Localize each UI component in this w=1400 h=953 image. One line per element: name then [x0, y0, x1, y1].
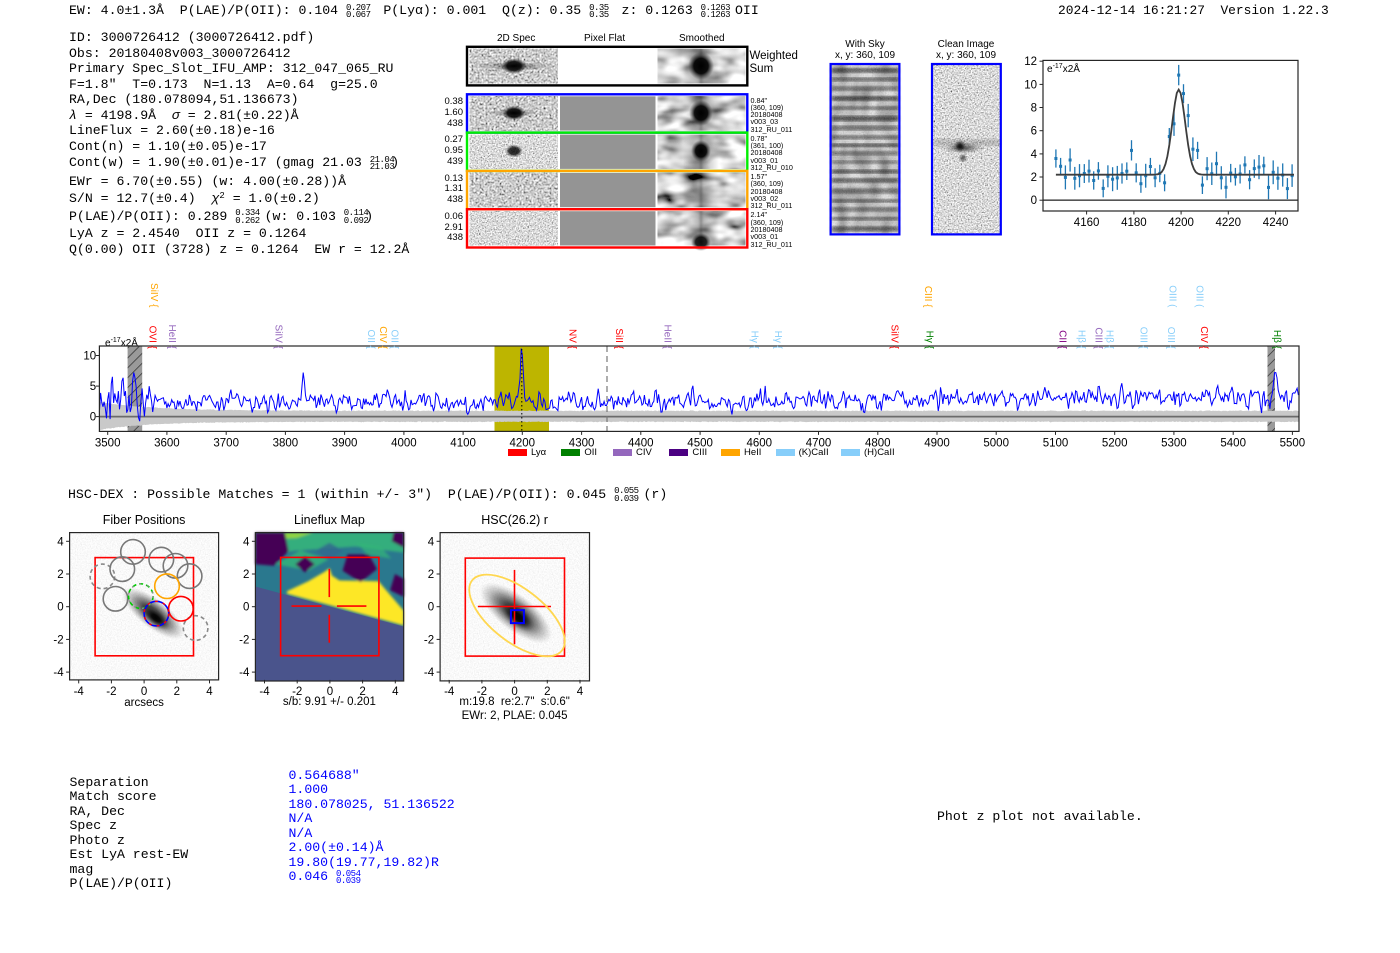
svg-text:10: 10: [1024, 79, 1037, 91]
svg-text:0: 0: [428, 602, 434, 614]
svg-text:4180: 4180: [1121, 217, 1147, 229]
svg-text:-4: -4: [53, 667, 64, 679]
svg-text:3900: 3900: [332, 438, 358, 450]
svg-text:OVI {: OVI {: [147, 326, 158, 350]
svg-text:-4: -4: [424, 667, 435, 679]
svg-text:SiIV {: SiIV {: [889, 325, 900, 350]
svg-text:SiII {: SiII {: [613, 328, 624, 349]
svg-text:5: 5: [90, 381, 96, 393]
svg-text:4: 4: [392, 686, 399, 698]
svg-text:-4: -4: [259, 686, 270, 698]
svg-text:NV {: NV {: [567, 329, 578, 350]
svg-text:3700: 3700: [213, 438, 239, 450]
svg-text:2: 2: [1031, 172, 1037, 184]
svg-text:Hγ {: Hγ {: [924, 331, 935, 350]
svg-text:-2: -2: [477, 686, 487, 698]
svg-text:CIII {: CIII {: [922, 286, 933, 308]
svg-text:4: 4: [206, 686, 213, 698]
svg-text:Hβ {: Hβ {: [1076, 330, 1087, 350]
svg-text:-2: -2: [424, 634, 434, 646]
svg-text:4800: 4800: [865, 438, 891, 450]
svg-text:0: 0: [90, 412, 96, 424]
svg-text:-2: -2: [106, 686, 116, 698]
svg-text:SiIV {: SiIV {: [148, 283, 159, 308]
svg-text:4240: 4240: [1263, 217, 1289, 229]
svg-text:3600: 3600: [154, 438, 180, 450]
svg-text:OIII (: OIII (: [1194, 285, 1205, 308]
svg-text:0: 0: [511, 686, 517, 698]
svg-text:Hγ {: Hγ {: [772, 331, 783, 350]
svg-text:OIII {: OIII {: [1138, 327, 1149, 350]
svg-text:-2: -2: [53, 634, 63, 646]
svg-text:0: 0: [243, 602, 249, 614]
svg-text:OII {: OII {: [365, 330, 376, 350]
svg-text:5100: 5100: [1043, 438, 1069, 450]
svg-text:CII {: CII {: [1057, 330, 1068, 350]
svg-text:4160: 4160: [1074, 217, 1100, 229]
svg-text:4600: 4600: [747, 438, 773, 450]
svg-text:-4: -4: [74, 686, 85, 698]
svg-text:Hβ {: Hβ {: [1271, 330, 1282, 350]
svg-text:8: 8: [1031, 103, 1037, 115]
svg-text:4: 4: [57, 536, 64, 548]
svg-text:4300: 4300: [569, 438, 595, 450]
svg-text:0: 0: [141, 686, 147, 698]
svg-text:4000: 4000: [391, 438, 417, 450]
svg-text:2: 2: [428, 569, 434, 581]
svg-text:OIII (: OIII (: [1167, 285, 1178, 308]
svg-text:Hγ {: Hγ {: [749, 331, 760, 350]
svg-text:4200: 4200: [1168, 217, 1194, 229]
svg-text:5000: 5000: [983, 438, 1009, 450]
svg-text:10: 10: [83, 351, 96, 363]
svg-text:2: 2: [57, 569, 63, 581]
svg-text:HeII {: HeII {: [662, 325, 673, 350]
svg-text:3800: 3800: [273, 438, 299, 450]
svg-text:2: 2: [359, 686, 365, 698]
svg-text:5400: 5400: [1220, 438, 1246, 450]
svg-text:2: 2: [544, 686, 550, 698]
svg-text:4400: 4400: [628, 438, 654, 450]
svg-text:4900: 4900: [924, 438, 950, 450]
svg-text:Hβ {: Hβ {: [1104, 330, 1115, 350]
svg-text:4100: 4100: [450, 438, 476, 450]
svg-text:0: 0: [327, 686, 333, 698]
svg-text:5500: 5500: [1280, 438, 1306, 450]
svg-text:6: 6: [1031, 126, 1037, 138]
svg-text:2: 2: [174, 686, 180, 698]
svg-text:4700: 4700: [806, 438, 832, 450]
svg-text:OIII {: OIII {: [1165, 327, 1176, 350]
svg-text:3500: 3500: [95, 438, 121, 450]
svg-text:CIV {: CIV {: [377, 326, 388, 349]
svg-text:4220: 4220: [1216, 217, 1242, 229]
svg-text:4500: 4500: [687, 438, 713, 450]
svg-text:4200: 4200: [510, 438, 536, 450]
svg-text:-2: -2: [292, 686, 302, 698]
svg-text:2: 2: [243, 569, 249, 581]
svg-text:0: 0: [57, 602, 63, 614]
svg-text:12: 12: [1024, 56, 1037, 68]
svg-text:OII {: OII {: [389, 330, 400, 350]
svg-text:HeII {: HeII {: [166, 325, 177, 350]
svg-text:SiIV {: SiIV {: [273, 325, 284, 350]
svg-text:5300: 5300: [1161, 438, 1187, 450]
svg-text:CIV {: CIV {: [1198, 326, 1209, 349]
svg-text:-2: -2: [239, 634, 249, 646]
svg-text:0: 0: [1031, 195, 1037, 207]
svg-text:5200: 5200: [1102, 438, 1128, 450]
svg-text:CIII {: CIII {: [1093, 327, 1104, 349]
svg-text:4: 4: [243, 536, 250, 548]
svg-text:-4: -4: [239, 667, 250, 679]
svg-text:4: 4: [428, 536, 435, 548]
svg-text:-4: -4: [444, 686, 455, 698]
svg-text:4: 4: [577, 686, 584, 698]
svg-text:4: 4: [1031, 149, 1038, 161]
